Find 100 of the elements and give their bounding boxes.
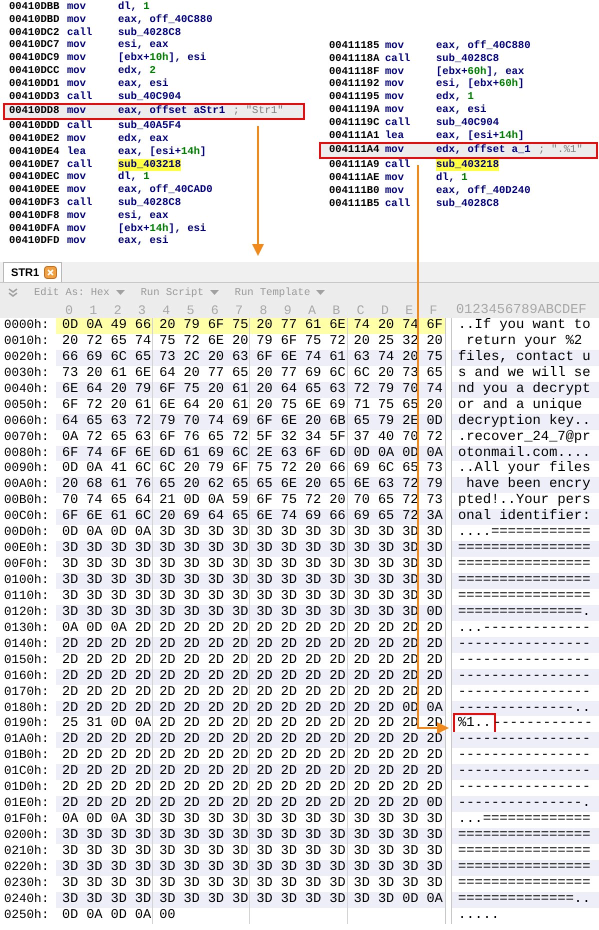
toolbar-dropdown[interactable]: Run Template <box>234 286 326 298</box>
address: 00410DD8 <box>9 105 60 118</box>
mnemonic: call <box>67 120 94 133</box>
ascii-text: ---------------- <box>458 780 590 796</box>
operand: sub_4028C8 <box>118 26 182 39</box>
mnemonic: mov <box>67 132 87 146</box>
column-header: 6 <box>210 302 220 318</box>
operand: eax, esi <box>118 235 168 248</box>
operand: sub_40C904 <box>436 116 500 130</box>
operand: eax, offset aStr1 <box>118 105 226 118</box>
comment: ; ".%1" <box>538 144 583 158</box>
offset-label: 01E0h: <box>3 796 50 812</box>
close-icon[interactable] <box>44 266 58 279</box>
column-header: 9 <box>282 302 293 318</box>
address: 00410DEC <box>9 171 60 184</box>
mnemonic: call <box>67 196 94 210</box>
operand: dl, 1 <box>118 1 150 14</box>
offset-label: 01C0h: <box>3 764 50 780</box>
offset-label: 00C0h: <box>3 509 50 526</box>
address: 0041119A <box>329 104 380 117</box>
column-header: D <box>380 302 390 318</box>
ascii-text: ---------------- <box>458 764 590 780</box>
hex-bytes: 6F 74 6F 6E 6D 61 69 6C 2E 63 6F 6D 0D 0A 0D 0A <box>56 446 446 462</box>
operand: sub_4028C8 <box>436 52 500 66</box>
address: 00410DD1 <box>9 78 60 91</box>
offset-label: 0210h: <box>3 844 50 860</box>
offset-label: 0050h: <box>3 398 50 414</box>
operand: eax, [esi+14h] <box>436 130 524 142</box>
mnemonic: lea <box>67 146 87 159</box>
ascii-text: ================ <box>458 828 590 844</box>
file-tab[interactable]: STR1 <box>3 262 62 282</box>
operand: edx, offset a_1 <box>436 144 531 158</box>
mnemonic: mov <box>67 210 87 223</box>
mnemonic: call <box>67 26 94 40</box>
mnemonic: lea <box>385 130 405 142</box>
ascii-text: ..All your files <box>458 461 590 477</box>
offset-label: 0020h: <box>3 350 50 366</box>
operand: eax, [esi+14h] <box>118 146 206 159</box>
column-header: F <box>428 302 438 318</box>
operand: eax, esi <box>118 78 168 91</box>
operand: esi, eax <box>118 210 168 223</box>
operand: eax, off_40C880 <box>118 14 213 27</box>
hex-bytes: 0D 0A 0D 0A 00 <box>56 908 446 924</box>
collapse-icon[interactable] <box>8 288 18 298</box>
ascii-text: ...============= <box>458 812 590 828</box>
offset-label: 00A0h: <box>3 477 50 494</box>
mnemonic: mov <box>67 1 87 14</box>
offset-label: 0190h: <box>3 716 50 732</box>
column-header: B <box>331 302 342 318</box>
address: 00410DD3 <box>9 90 60 104</box>
mnemonic: mov <box>67 171 87 184</box>
offset-label: 0250h: <box>3 908 50 924</box>
toolbar-dropdown[interactable]: Run Script <box>140 286 219 298</box>
address: 00410DBD <box>9 14 60 27</box>
ascii-text: nd you a decrypt <box>458 382 590 398</box>
mnemonic: mov <box>67 14 87 27</box>
offset-label: 0030h: <box>3 366 50 382</box>
address: 00410DC2 <box>9 26 60 40</box>
operand: esi, eax <box>118 39 168 52</box>
operand: dl, 1 <box>436 172 468 185</box>
operand: sub_403218 <box>118 158 182 171</box>
column-header: C <box>356 302 366 318</box>
hex-bytes: 3D 3D 3D 3D 3D 3D 3D 3D 3D 3D 3D 3D 3D 3D 3D 3D <box>56 828 446 844</box>
ascii-text: ..... <box>458 908 500 924</box>
caret-icon <box>210 290 219 296</box>
offset-label: 0000h: <box>3 318 50 334</box>
ascii-text: ---------------- <box>458 668 590 685</box>
mnemonic: mov <box>67 64 87 78</box>
column-header: A <box>307 302 317 318</box>
comment: ; "Str1" <box>233 105 284 118</box>
offset-label: 01F0h: <box>3 812 50 828</box>
ascii-text: --------------.. <box>458 700 590 716</box>
toolbar-dropdown[interactable]: Edit As: Hex <box>34 286 125 298</box>
offset-label: 00D0h: <box>3 525 50 542</box>
operand: dl, 1 <box>118 171 150 184</box>
offset-label: 0100h: <box>3 573 50 589</box>
address: 004111A9 <box>329 159 380 172</box>
mnemonic: mov <box>67 39 87 52</box>
operand: edx, 1 <box>436 91 474 104</box>
ascii-text: decryption key.. <box>458 414 590 430</box>
offset-label: 0110h: <box>3 588 50 605</box>
address: 00410DF8 <box>9 210 60 223</box>
ascii-text: ================ <box>458 860 590 876</box>
ascii-text: ================ <box>458 876 590 892</box>
offset-label: 00F0h: <box>3 557 50 573</box>
mnemonic: mov <box>385 104 405 117</box>
mnemonic: mov <box>385 66 405 78</box>
mnemonic: call <box>67 90 94 104</box>
address: 004111A1 <box>329 130 380 142</box>
operand: esi, [ebx+60h] <box>436 78 524 91</box>
mnemonic: mov <box>385 184 405 198</box>
operand: sub_40C904 <box>118 90 182 104</box>
offset-label: 0090h: <box>3 461 50 478</box>
operand: eax, esi <box>436 104 486 117</box>
ascii-text: ===============. <box>458 604 590 621</box>
mnemonic: mov <box>67 78 87 91</box>
offset-label: 01B0h: <box>3 748 50 764</box>
ascii-text: or and a unique <box>458 398 584 414</box>
ascii-text: ================ <box>458 557 590 573</box>
mnemonic: call <box>67 158 94 172</box>
